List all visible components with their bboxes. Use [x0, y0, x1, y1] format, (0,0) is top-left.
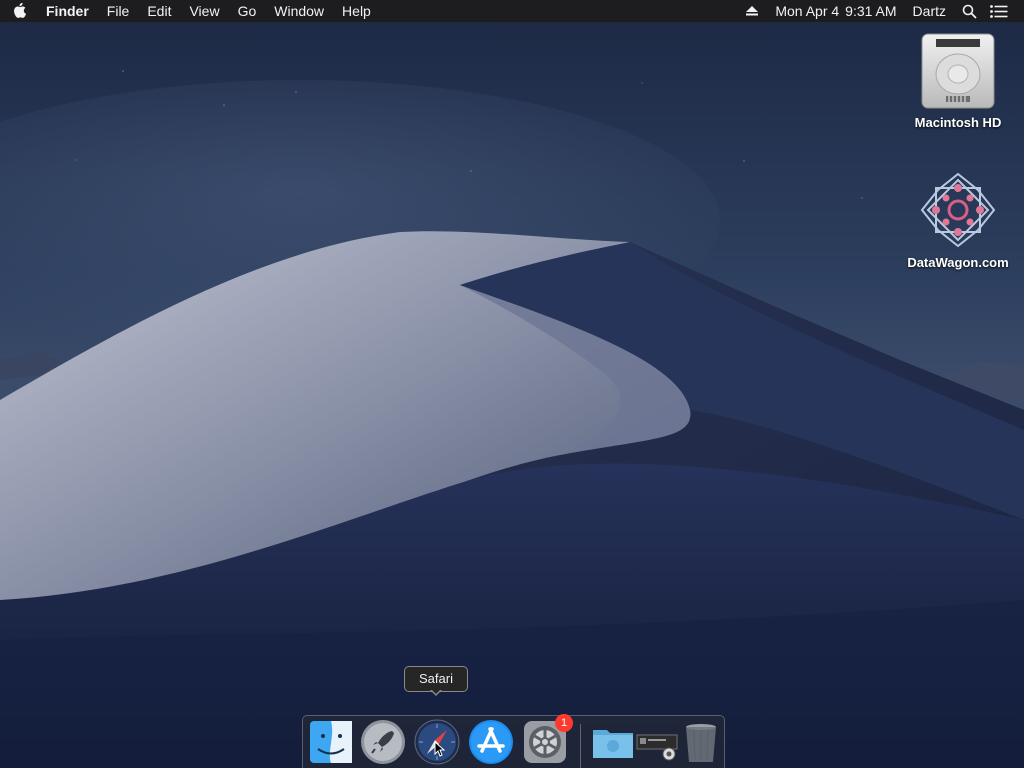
menu-bar: Finder File Edit View Go Window Help Mon…	[0, 0, 1024, 22]
menu-window[interactable]: Window	[265, 0, 333, 22]
trash-icon[interactable]	[677, 718, 725, 766]
tooltip-arrow-inner	[431, 689, 441, 694]
menu-edit[interactable]: Edit	[138, 0, 180, 22]
folder-icon[interactable]	[589, 718, 637, 766]
desktop-item-label: Macintosh HD	[914, 115, 1002, 130]
menu-view[interactable]: View	[180, 0, 228, 22]
app-store-icon[interactable]	[467, 718, 515, 766]
dock-separator	[580, 724, 581, 768]
clock-time[interactable]: 9:31 AM	[841, 0, 904, 22]
launchpad-icon[interactable]	[359, 718, 407, 766]
dock: 1	[302, 714, 725, 768]
eject-icon[interactable]	[737, 0, 767, 22]
menu-go[interactable]: Go	[229, 0, 266, 22]
menu-bar-status: Mon Apr 4 9:31 AM Dartz	[737, 0, 1014, 22]
menu-help[interactable]: Help	[333, 0, 380, 22]
system-preferences-item[interactable]: 1	[521, 714, 573, 766]
clock-date[interactable]: Mon Apr 4	[767, 0, 841, 22]
notification-center-icon[interactable]	[984, 0, 1014, 22]
menu-file[interactable]: File	[98, 0, 139, 22]
search-icon[interactable]	[954, 0, 984, 22]
desktop-item-macintosh-hd[interactable]: Macintosh HD	[898, 30, 1018, 130]
finder-icon[interactable]	[307, 718, 355, 766]
user-name[interactable]: Dartz	[905, 0, 954, 22]
screenshot-icon[interactable]	[635, 718, 683, 766]
desktop-item-label: DataWagon.com	[907, 255, 1009, 270]
menu-bar-left: Finder File Edit View Go Window Help	[0, 0, 380, 22]
desktop-wallpaper	[0, 0, 1024, 768]
notification-badge: 1	[555, 714, 573, 732]
apple-icon[interactable]	[0, 0, 40, 22]
safari-icon[interactable]	[413, 718, 461, 766]
hard-drive-icon	[921, 33, 995, 109]
menu-app-finder[interactable]: Finder	[40, 0, 98, 22]
datawagon-logo-icon	[920, 172, 996, 248]
desktop-item-datawagon[interactable]: DataWagon.com	[898, 170, 1018, 270]
